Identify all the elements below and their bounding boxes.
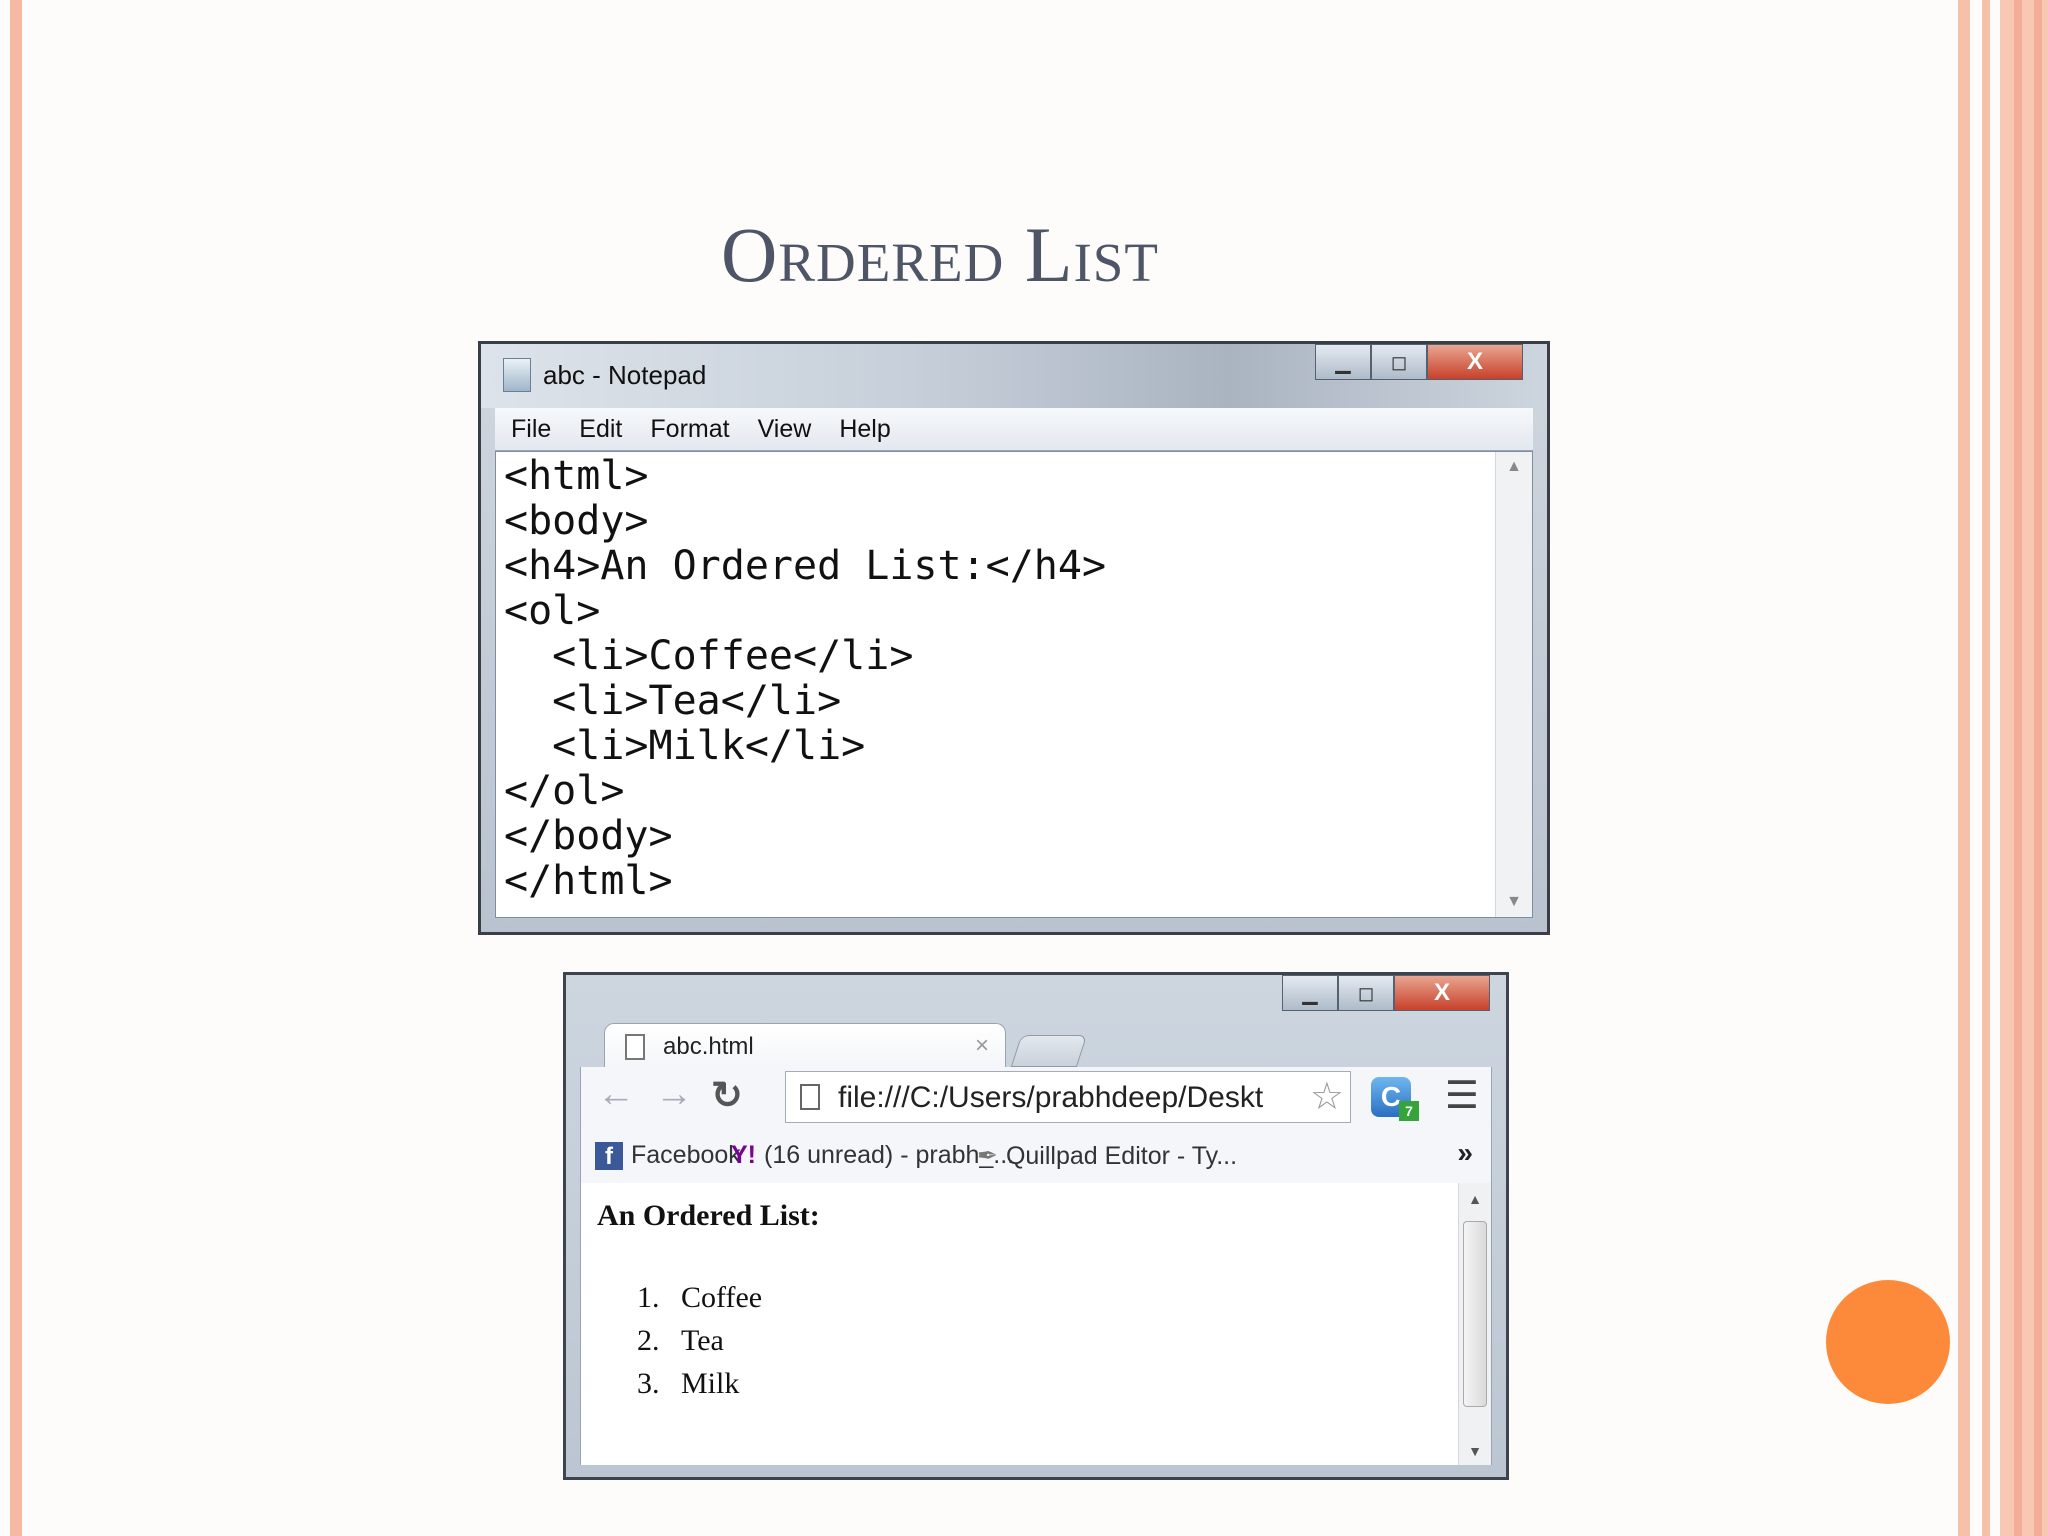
bookmarks-bar: f Facebook Y! (16 unread) - prabh_... ✒ Qui… xyxy=(580,1129,1492,1184)
close-button[interactable]: X xyxy=(1394,975,1490,1011)
page-icon xyxy=(625,1034,645,1060)
list-text: Tea xyxy=(681,1324,724,1357)
address-bar[interactable]: file:///C:/Users/prabhdeep/Deskt ☆ xyxy=(785,1071,1351,1123)
page-scrollbar[interactable]: ▲ ▼ xyxy=(1458,1183,1491,1465)
code-line: </body> xyxy=(504,813,673,859)
bookmark-quillpad[interactable]: ✒ Quillpad Editor - Ty... xyxy=(977,1141,1237,1171)
menu-edit[interactable]: Edit xyxy=(579,415,622,444)
facebook-icon: f xyxy=(595,1142,623,1171)
bookmark-label: Quillpad Editor - Ty... xyxy=(1005,1142,1238,1170)
notepad-code: <html> <body> <h4>An Ordered List:</h4> … xyxy=(504,454,1106,904)
forward-arrow-icon[interactable]: → xyxy=(655,1073,693,1116)
notepad-window-title: abc - Notepad xyxy=(543,360,707,390)
close-button[interactable]: X xyxy=(1427,344,1523,380)
scroll-down-icon[interactable]: ▼ xyxy=(1459,1443,1491,1459)
slide-right-border xyxy=(2014,0,2022,1536)
maximize-button[interactable]: ◻ xyxy=(1371,344,1427,380)
quill-icon: ✒ xyxy=(977,1142,998,1170)
list-number: 3. xyxy=(637,1367,660,1400)
new-tab-button[interactable] xyxy=(1010,1035,1088,1067)
code-line: </html> xyxy=(504,858,673,904)
list-number: 1. xyxy=(637,1281,660,1314)
code-line: </ol> xyxy=(504,768,625,814)
list-item: 1. Coffee xyxy=(637,1281,762,1324)
list-item: 3. Milk xyxy=(637,1367,762,1410)
notepad-text-area[interactable]: <html> <body> <h4>An Ordered List:</h4> … xyxy=(495,451,1533,918)
bookmark-facebook[interactable]: f Facebook xyxy=(595,1141,741,1171)
minimize-button[interactable]: ▁ xyxy=(1315,344,1371,380)
browser-tab[interactable]: abc.html × xyxy=(604,1023,1006,1070)
code-line: <body> xyxy=(504,498,649,544)
tab-title: abc.html xyxy=(663,1033,754,1060)
bookmark-label: Facebook xyxy=(631,1141,741,1169)
browser-menu-icon[interactable]: ☰ xyxy=(1445,1073,1479,1118)
bookmarks-more-icon[interactable]: » xyxy=(1457,1137,1473,1169)
scroll-up-icon[interactable]: ▲ xyxy=(1459,1191,1491,1207)
yahoo-icon: Y! xyxy=(731,1141,756,1169)
page-heading: An Ordered List: xyxy=(597,1199,820,1232)
bookmark-star-icon[interactable]: ☆ xyxy=(1310,1074,1344,1119)
notepad-scrollbar[interactable]: ▲ ▼ xyxy=(1495,452,1532,917)
notepad-icon xyxy=(503,358,531,392)
notepad-titlebar: abc - Notepad ▁ ◻ X xyxy=(481,344,1547,408)
slide-right-border xyxy=(1982,0,1990,1536)
list-text: Coffee xyxy=(681,1281,763,1314)
menu-help[interactable]: Help xyxy=(839,415,890,444)
list-item: 2. Tea xyxy=(637,1324,762,1367)
slide-right-border xyxy=(2034,0,2042,1536)
menu-format[interactable]: Format xyxy=(650,415,729,444)
decorative-circle xyxy=(1826,1280,1950,1404)
code-line: <h4>An Ordered List:</h4> xyxy=(504,543,1107,589)
extension-badge: 7 xyxy=(1399,1101,1419,1121)
browser-window-controls: ▁ ◻ X xyxy=(1282,975,1490,1013)
scroll-down-icon[interactable]: ▼ xyxy=(1496,893,1532,911)
menu-view[interactable]: View xyxy=(758,415,812,444)
notepad-menubar: File Edit Format View Help xyxy=(495,408,1533,451)
code-line: <ol> xyxy=(504,588,601,634)
code-line: <li>Coffee</li> xyxy=(504,633,914,679)
maximize-button[interactable]: ◻ xyxy=(1338,975,1394,1011)
reload-icon[interactable]: ↻ xyxy=(711,1073,743,1118)
slide-title: Ordered List xyxy=(721,211,1159,298)
tab-close-icon[interactable]: × xyxy=(975,1032,989,1060)
scroll-up-icon[interactable]: ▲ xyxy=(1496,458,1532,476)
browser-toolbar: ← → ↻ file:///C:/Users/prabhdeep/Deskt ☆… xyxy=(580,1067,1492,1129)
notepad-window-controls: ▁ ◻ X xyxy=(1315,344,1523,382)
ordered-list: 1. Coffee 2. Tea 3. Milk xyxy=(637,1281,762,1410)
bookmark-yahoo[interactable]: Y! (16 unread) - prabh_... xyxy=(731,1141,1014,1170)
minimize-button[interactable]: ▁ xyxy=(1282,975,1338,1011)
code-line: <html> xyxy=(504,453,649,499)
browser-tabstrip: ▁ ◻ X abc.html × xyxy=(566,975,1506,1070)
slide-right-border xyxy=(1958,0,1970,1536)
code-line: <li>Milk</li> xyxy=(504,723,866,769)
browser-page-content: An Ordered List: 1. Coffee 2. Tea 3. Milk ▲… xyxy=(580,1183,1492,1465)
browser-window: ▁ ◻ X abc.html × ← → ↻ file:///C:/Users/… xyxy=(563,972,1509,1480)
notepad-window: abc - Notepad ▁ ◻ X File Edit Format Vie… xyxy=(478,341,1550,935)
code-line: <li>Tea</li> xyxy=(504,678,842,724)
list-number: 2. xyxy=(637,1324,660,1357)
back-arrow-icon[interactable]: ← xyxy=(597,1073,635,1116)
list-text: Milk xyxy=(681,1367,740,1400)
menu-file[interactable]: File xyxy=(511,415,551,444)
page-icon xyxy=(800,1084,820,1110)
address-text: file:///C:/Users/prabhdeep/Deskt xyxy=(838,1081,1264,1114)
scroll-thumb[interactable] xyxy=(1463,1221,1487,1407)
